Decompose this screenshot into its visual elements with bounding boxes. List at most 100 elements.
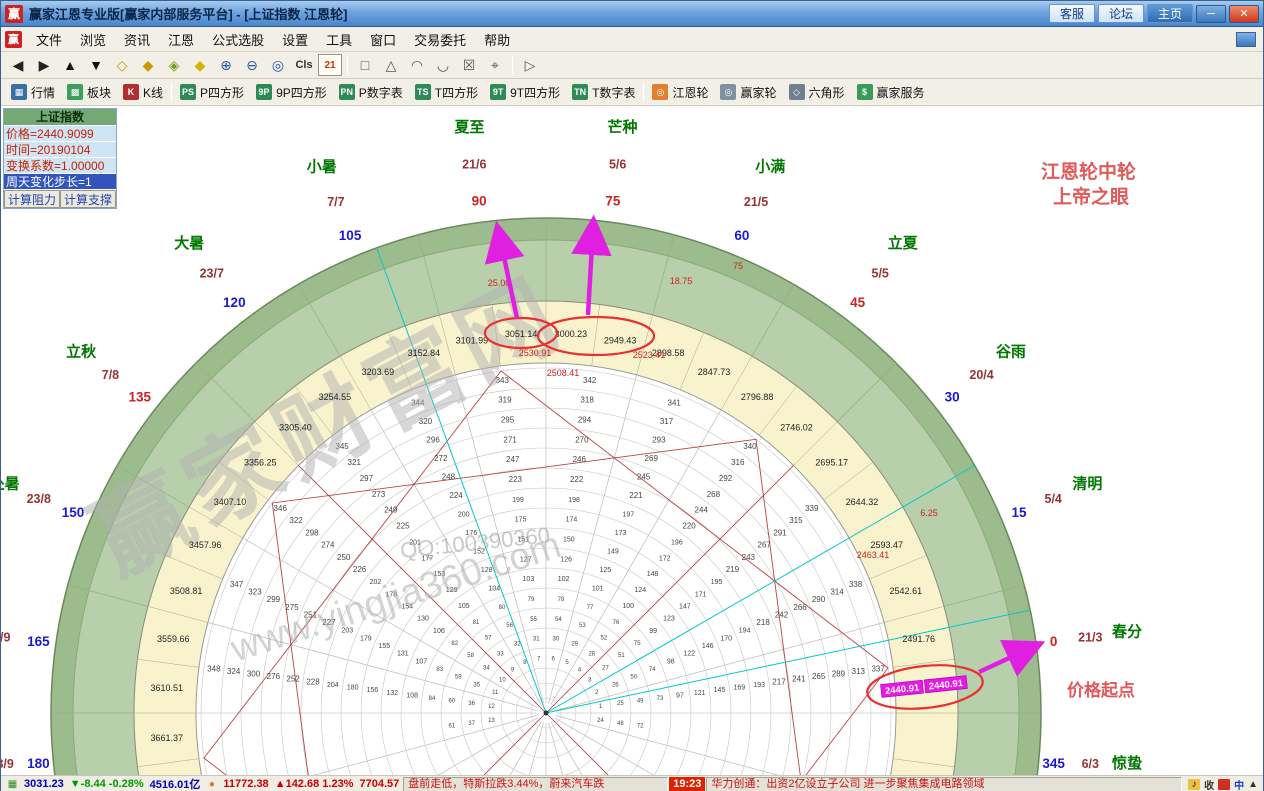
gann-wheel[interactable]: 1234567891011121324252627282930313233343… <box>1 106 1263 775</box>
zoom-in-icon[interactable]: ⊕ <box>214 54 238 76</box>
status-value: 4516.01亿 <box>150 776 201 791</box>
minimize-button[interactable]: ─ <box>1196 5 1226 23</box>
date-label: 21/6 <box>462 158 486 172</box>
forum-link[interactable]: 论坛 <box>1098 4 1144 23</box>
rect-tool[interactable]: □ <box>353 54 377 76</box>
red-mark: 2530.91 <box>519 348 552 358</box>
t9-square-button[interactable]: 9T9T四方形 <box>484 82 566 103</box>
alert-icon[interactable] <box>1218 779 1230 790</box>
news-time: 19:23 <box>669 777 705 791</box>
gann-wheel-button[interactable]: ◎江恩轮 <box>646 82 714 103</box>
home-link[interactable]: 主页 <box>1147 4 1193 23</box>
t-square-button[interactable]: TST四方形 <box>409 82 484 103</box>
draw-up-tool[interactable]: ▲ <box>58 54 82 76</box>
parameter-row[interactable]: 时间=20190104 <box>4 142 116 158</box>
wheel-text: 323 <box>248 587 262 596</box>
app-logo-icon: 赢 <box>5 5 23 23</box>
wheel-text: 59 <box>455 675 462 681</box>
sound-icon[interactable]: ♪ <box>1188 779 1200 790</box>
menu-item[interactable]: 公式选股 <box>203 27 273 52</box>
gem-tool-4[interactable]: ◆ <box>188 54 212 76</box>
p-table-button[interactable]: PNP数字表 <box>333 82 409 103</box>
wheel-text: 348 <box>207 664 221 673</box>
wheel-text: 146 <box>702 643 714 650</box>
wheel-text: 24 <box>597 718 604 724</box>
services-button[interactable]: $赢家服务 <box>851 82 931 103</box>
kline-button[interactable]: KK线 <box>117 82 169 103</box>
parameter-row[interactable]: 变换系数=1.00000 <box>4 158 116 174</box>
wheel-text: 28 <box>588 651 595 657</box>
p-square-button[interactable]: PSP四方形 <box>174 82 250 103</box>
forward-button[interactable]: ▶ <box>32 54 56 76</box>
parameter-row[interactable]: 价格=2440.9099 <box>4 126 116 142</box>
service-link[interactable]: 客服 <box>1049 4 1095 23</box>
winner-wheel-button[interactable]: ◎赢家轮 <box>714 82 782 103</box>
back-button[interactable]: ◀ <box>6 54 30 76</box>
t-table-button[interactable]: TNT数字表 <box>566 82 641 103</box>
quotes-button[interactable]: ▦行情 <box>5 82 61 103</box>
wheel-text: 27 <box>602 665 609 671</box>
receive-icon[interactable]: 收 <box>1204 777 1214 791</box>
wheel-text: 241 <box>792 675 806 684</box>
menu-item[interactable]: 江恩 <box>159 27 203 52</box>
arc-tool[interactable]: ◠ <box>405 54 429 76</box>
wheel-title-annotation: 江恩轮中轮 <box>1041 160 1136 183</box>
clear-button[interactable]: Cls <box>292 54 316 76</box>
menu-item[interactable]: 资讯 <box>115 27 159 52</box>
degree-label: 165 <box>27 634 50 649</box>
price-label: 2593.47 <box>871 540 904 550</box>
menu-item[interactable]: 帮助 <box>475 27 519 52</box>
price-label: 3000.23 <box>555 329 588 339</box>
p-square-icon: PS <box>180 84 196 100</box>
mdi-child-button[interactable] <box>1236 32 1256 47</box>
calendar-icon[interactable]: 21 <box>318 54 342 76</box>
gem-tool-3[interactable]: ◈ <box>162 54 186 76</box>
price-label: 3152.84 <box>408 348 441 358</box>
parameter-row[interactable]: 周天变化步长=1 <box>4 174 116 190</box>
red-mark: 6.25 <box>920 508 938 518</box>
menu-item[interactable]: 设置 <box>273 27 317 52</box>
menu-item[interactable]: 工具 <box>317 27 361 52</box>
menu-item[interactable]: 浏览 <box>71 27 115 52</box>
wheel-text: 193 <box>753 682 765 689</box>
wheel-text: 29 <box>571 642 578 648</box>
menu-item[interactable]: 文件 <box>27 27 71 52</box>
toolbar-label: P四方形 <box>200 84 244 101</box>
wheel-text: 82 <box>451 641 458 647</box>
circle-tool[interactable]: ◎ <box>266 54 290 76</box>
hexagon-button[interactable]: ◇六角形 <box>783 82 851 103</box>
wheel-text: 226 <box>353 565 367 574</box>
chart-area[interactable]: 1234567891011121324252627282930313233343… <box>1 106 1263 775</box>
delete-shape-tool[interactable]: ☒ <box>457 54 481 76</box>
draw-down-tool[interactable]: ▼ <box>84 54 108 76</box>
calc-support-button[interactable]: 计算支撑 <box>60 190 116 208</box>
price-label: 3051.14 <box>505 329 538 339</box>
wheel-text: 297 <box>360 474 374 483</box>
calc-buttons: 计算阻力计算支撑 <box>4 190 116 208</box>
degree-label: 30 <box>945 389 960 404</box>
toolbar-label: K线 <box>143 84 163 101</box>
wheel-text: 289 <box>832 669 846 678</box>
expand-icon[interactable]: ▲ <box>1248 779 1258 790</box>
menu-item[interactable]: 窗口 <box>361 27 405 52</box>
gem-tool-2[interactable]: ◆ <box>136 54 160 76</box>
wheel-text: 56 <box>506 623 513 629</box>
triangle-tool[interactable]: △ <box>379 54 403 76</box>
arc2-tool[interactable]: ◡ <box>431 54 455 76</box>
sectors-button[interactable]: ▩板块 <box>61 82 117 103</box>
wheel-text: 145 <box>714 687 726 694</box>
lang-indicator[interactable]: 中 <box>1234 777 1244 791</box>
zoom-out-icon[interactable]: ⊖ <box>240 54 264 76</box>
p9-square-button[interactable]: 9P9P四方形 <box>250 82 333 103</box>
degree-label: 345 <box>1042 756 1065 771</box>
wheel-text: 246 <box>573 455 587 464</box>
pointer-tool[interactable]: ▷ <box>518 54 542 76</box>
wheel-text: 30 <box>552 637 559 643</box>
menu-item[interactable]: 交易委托 <box>405 27 475 52</box>
calc-resistance-button[interactable]: 计算阻力 <box>4 190 60 208</box>
close-button[interactable]: ✕ <box>1229 5 1259 23</box>
wheel-text: 75 <box>634 641 641 647</box>
wheel-text: 106 <box>433 628 445 635</box>
gem-tool-1[interactable]: ◇ <box>110 54 134 76</box>
crosshair-tool[interactable]: ⌖ <box>483 54 507 76</box>
